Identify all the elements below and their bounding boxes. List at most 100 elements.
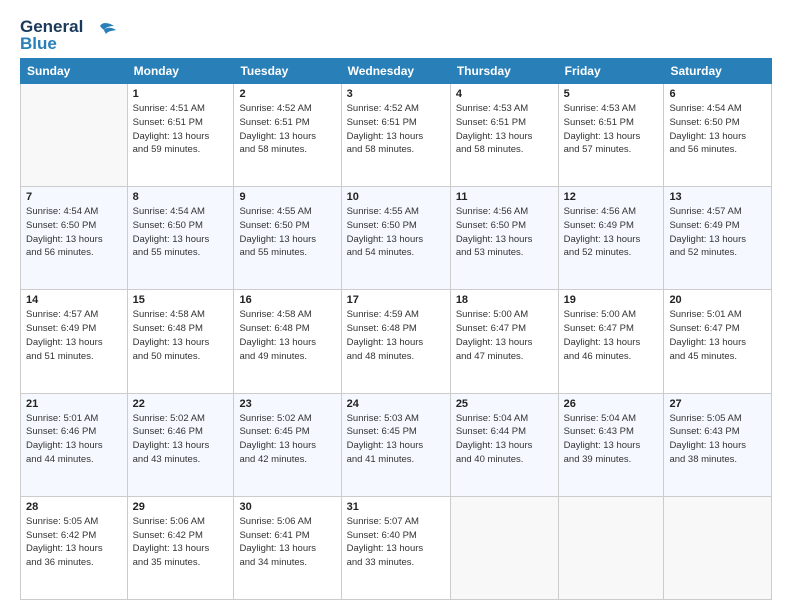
day-number: 15 xyxy=(133,294,229,306)
logo-bird-icon xyxy=(88,22,116,44)
day-of-week-header: Tuesday xyxy=(234,59,341,84)
day-info: Sunrise: 4:52 AM Sunset: 6:51 PM Dayligh… xyxy=(347,102,445,157)
day-number: 4 xyxy=(456,88,553,100)
calendar-cell: 19 Sunrise: 5:00 AM Sunset: 6:47 PM Dayli… xyxy=(558,290,664,393)
day-info: Sunrise: 5:03 AM Sunset: 6:45 PM Dayligh… xyxy=(347,412,445,467)
day-number: 19 xyxy=(564,294,659,306)
calendar-cell: 30 Sunrise: 5:06 AM Sunset: 6:41 PM Dayli… xyxy=(234,496,341,599)
calendar-cell: 13 Sunrise: 4:57 AM Sunset: 6:49 PM Dayli… xyxy=(664,187,772,290)
day-info: Sunrise: 5:05 AM Sunset: 6:43 PM Dayligh… xyxy=(669,412,766,467)
day-of-week-header: Wednesday xyxy=(341,59,450,84)
day-info: Sunrise: 5:05 AM Sunset: 6:42 PM Dayligh… xyxy=(26,515,122,570)
day-number: 27 xyxy=(669,398,766,410)
day-number: 3 xyxy=(347,88,445,100)
day-info: Sunrise: 4:51 AM Sunset: 6:51 PM Dayligh… xyxy=(133,102,229,157)
calendar-cell: 6Sunrise: 4:54 AM Sunset: 6:50 PM Daylig… xyxy=(664,84,772,187)
day-of-week-header: Thursday xyxy=(450,59,558,84)
day-of-week-header: Saturday xyxy=(664,59,772,84)
header: General Blue xyxy=(20,18,772,52)
calendar-cell: 26 Sunrise: 5:04 AM Sunset: 6:43 PM Dayli… xyxy=(558,393,664,496)
calendar-cell: 10 Sunrise: 4:55 AM Sunset: 6:50 PM Dayli… xyxy=(341,187,450,290)
day-info: Sunrise: 4:58 AM Sunset: 6:48 PM Dayligh… xyxy=(239,308,335,363)
day-info: Sunrise: 5:00 AM Sunset: 6:47 PM Dayligh… xyxy=(456,308,553,363)
calendar-cell: 24 Sunrise: 5:03 AM Sunset: 6:45 PM Dayli… xyxy=(341,393,450,496)
calendar-cell: 20 Sunrise: 5:01 AM Sunset: 6:47 PM Dayli… xyxy=(664,290,772,393)
calendar-cell: 1 Sunrise: 4:51 AM Sunset: 6:51 PM Daylig… xyxy=(127,84,234,187)
calendar-cell: 18 Sunrise: 5:00 AM Sunset: 6:47 PM Dayli… xyxy=(450,290,558,393)
day-info: Sunrise: 4:59 AM Sunset: 6:48 PM Dayligh… xyxy=(347,308,445,363)
day-info: Sunrise: 5:02 AM Sunset: 6:46 PM Dayligh… xyxy=(133,412,229,467)
logo-general: General xyxy=(20,18,83,35)
day-number: 22 xyxy=(133,398,229,410)
day-number: 1 xyxy=(133,88,229,100)
calendar-week-row: 28 Sunrise: 5:05 AM Sunset: 6:42 PM Dayli… xyxy=(21,496,772,599)
calendar-cell: 9 Sunrise: 4:55 AM Sunset: 6:50 PM Daylig… xyxy=(234,187,341,290)
day-of-week-header: Sunday xyxy=(21,59,128,84)
calendar-cell: 11Sunrise: 4:56 AM Sunset: 6:50 PM Dayli… xyxy=(450,187,558,290)
logo: General Blue xyxy=(20,18,116,52)
calendar-cell: 15 Sunrise: 4:58 AM Sunset: 6:48 PM Dayli… xyxy=(127,290,234,393)
day-info: Sunrise: 5:06 AM Sunset: 6:41 PM Dayligh… xyxy=(239,515,335,570)
day-info: Sunrise: 4:53 AM Sunset: 6:51 PM Dayligh… xyxy=(564,102,659,157)
day-info: Sunrise: 4:55 AM Sunset: 6:50 PM Dayligh… xyxy=(347,205,445,260)
calendar-week-row: 14Sunrise: 4:57 AM Sunset: 6:49 PM Dayli… xyxy=(21,290,772,393)
day-number: 8 xyxy=(133,191,229,203)
calendar-week-row: 7Sunrise: 4:54 AM Sunset: 6:50 PM Daylig… xyxy=(21,187,772,290)
day-number: 31 xyxy=(347,501,445,513)
day-info: Sunrise: 5:00 AM Sunset: 6:47 PM Dayligh… xyxy=(564,308,659,363)
day-number: 14 xyxy=(26,294,122,306)
day-number: 18 xyxy=(456,294,553,306)
day-number: 26 xyxy=(564,398,659,410)
calendar-cell: 16Sunrise: 4:58 AM Sunset: 6:48 PM Dayli… xyxy=(234,290,341,393)
calendar-cell: 12 Sunrise: 4:56 AM Sunset: 6:49 PM Dayli… xyxy=(558,187,664,290)
day-number: 21 xyxy=(26,398,122,410)
calendar-cell xyxy=(558,496,664,599)
calendar-cell: 28 Sunrise: 5:05 AM Sunset: 6:42 PM Dayli… xyxy=(21,496,128,599)
calendar-cell: 2 Sunrise: 4:52 AM Sunset: 6:51 PM Daylig… xyxy=(234,84,341,187)
day-info: Sunrise: 5:04 AM Sunset: 6:44 PM Dayligh… xyxy=(456,412,553,467)
day-info: Sunrise: 5:01 AM Sunset: 6:47 PM Dayligh… xyxy=(669,308,766,363)
day-info: Sunrise: 4:56 AM Sunset: 6:50 PM Dayligh… xyxy=(456,205,553,260)
day-number: 23 xyxy=(239,398,335,410)
calendar-cell: 22 Sunrise: 5:02 AM Sunset: 6:46 PM Dayli… xyxy=(127,393,234,496)
calendar-cell: 27 Sunrise: 5:05 AM Sunset: 6:43 PM Dayli… xyxy=(664,393,772,496)
calendar-cell: 3 Sunrise: 4:52 AM Sunset: 6:51 PM Daylig… xyxy=(341,84,450,187)
day-number: 12 xyxy=(564,191,659,203)
day-number: 2 xyxy=(239,88,335,100)
calendar-cell: 4Sunrise: 4:53 AM Sunset: 6:51 PM Daylig… xyxy=(450,84,558,187)
calendar-cell xyxy=(450,496,558,599)
calendar-cell: 23 Sunrise: 5:02 AM Sunset: 6:45 PM Dayli… xyxy=(234,393,341,496)
day-of-week-header: Monday xyxy=(127,59,234,84)
calendar-cell xyxy=(664,496,772,599)
day-info: Sunrise: 5:04 AM Sunset: 6:43 PM Dayligh… xyxy=(564,412,659,467)
day-number: 28 xyxy=(26,501,122,513)
day-info: Sunrise: 5:02 AM Sunset: 6:45 PM Dayligh… xyxy=(239,412,335,467)
calendar-cell: 7Sunrise: 4:54 AM Sunset: 6:50 PM Daylig… xyxy=(21,187,128,290)
day-info: Sunrise: 4:55 AM Sunset: 6:50 PM Dayligh… xyxy=(239,205,335,260)
day-number: 13 xyxy=(669,191,766,203)
day-info: Sunrise: 4:58 AM Sunset: 6:48 PM Dayligh… xyxy=(133,308,229,363)
day-info: Sunrise: 4:52 AM Sunset: 6:51 PM Dayligh… xyxy=(239,102,335,157)
calendar-cell xyxy=(21,84,128,187)
day-info: Sunrise: 5:07 AM Sunset: 6:40 PM Dayligh… xyxy=(347,515,445,570)
day-info: Sunrise: 4:56 AM Sunset: 6:49 PM Dayligh… xyxy=(564,205,659,260)
day-number: 29 xyxy=(133,501,229,513)
calendar-cell: 21 Sunrise: 5:01 AM Sunset: 6:46 PM Dayli… xyxy=(21,393,128,496)
day-number: 10 xyxy=(347,191,445,203)
calendar-table: SundayMondayTuesdayWednesdayThursdayFrid… xyxy=(20,58,772,600)
calendar-week-row: 1 Sunrise: 4:51 AM Sunset: 6:51 PM Daylig… xyxy=(21,84,772,187)
day-info: Sunrise: 5:01 AM Sunset: 6:46 PM Dayligh… xyxy=(26,412,122,467)
calendar-cell: 5Sunrise: 4:53 AM Sunset: 6:51 PM Daylig… xyxy=(558,84,664,187)
day-info: Sunrise: 4:54 AM Sunset: 6:50 PM Dayligh… xyxy=(133,205,229,260)
calendar-header-row: SundayMondayTuesdayWednesdayThursdayFrid… xyxy=(21,59,772,84)
day-number: 30 xyxy=(239,501,335,513)
calendar-cell: 14Sunrise: 4:57 AM Sunset: 6:49 PM Dayli… xyxy=(21,290,128,393)
day-number: 20 xyxy=(669,294,766,306)
calendar-cell: 29Sunrise: 5:06 AM Sunset: 6:42 PM Dayli… xyxy=(127,496,234,599)
day-info: Sunrise: 4:57 AM Sunset: 6:49 PM Dayligh… xyxy=(669,205,766,260)
day-info: Sunrise: 4:54 AM Sunset: 6:50 PM Dayligh… xyxy=(669,102,766,157)
day-number: 9 xyxy=(239,191,335,203)
day-number: 24 xyxy=(347,398,445,410)
day-of-week-header: Friday xyxy=(558,59,664,84)
calendar-cell: 31 Sunrise: 5:07 AM Sunset: 6:40 PM Dayli… xyxy=(341,496,450,599)
